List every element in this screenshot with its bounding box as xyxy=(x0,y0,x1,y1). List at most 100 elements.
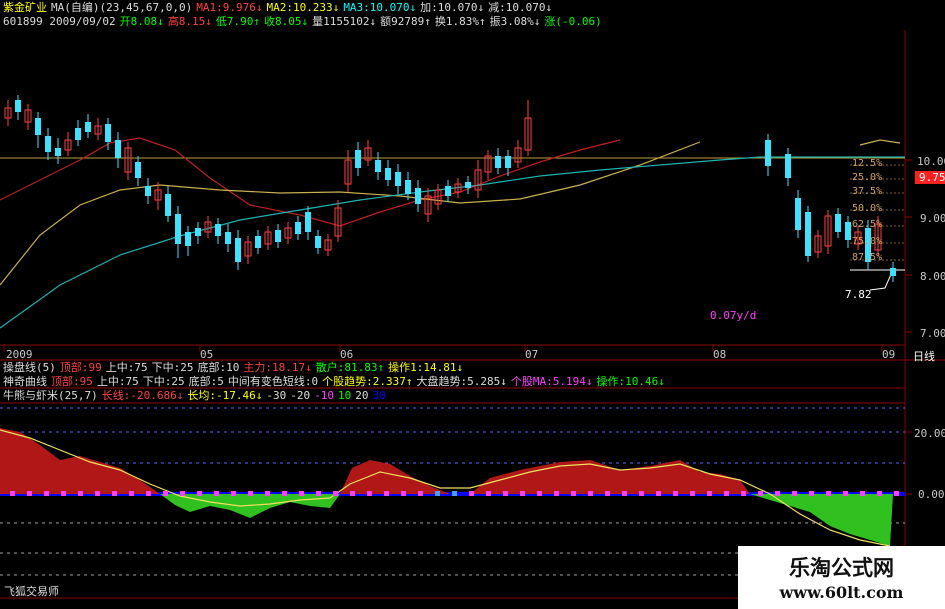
zero-marker xyxy=(520,491,525,496)
zero-marker xyxy=(367,491,372,496)
date-axis-label: 06 xyxy=(340,348,354,361)
fib-level-label: 25.0% xyxy=(852,172,883,183)
quote-header-line-1: 紫金矿业 MA(自编)(23,45,67,0,0) MA1:9.976↓ MA2:10… xyxy=(3,1,556,14)
bull-area xyxy=(340,460,450,494)
period-label[interactable]: 日线 xyxy=(913,348,935,364)
legend-item: -10 xyxy=(314,389,334,402)
legend-item: 下中:25 xyxy=(151,361,194,374)
zero-marker xyxy=(877,491,882,496)
zero-marker xyxy=(316,491,321,496)
legend-item: 散户:81.83↑ xyxy=(315,361,385,374)
candle-body xyxy=(235,238,241,262)
zero-marker xyxy=(792,491,797,496)
zero-marker xyxy=(350,491,355,496)
legend-item: 上中:75 xyxy=(96,375,139,388)
zero-marker xyxy=(44,491,49,496)
price-axis-label: 9.00 xyxy=(920,212,945,225)
zero-marker xyxy=(469,491,474,496)
legend-item: MA2:10.233↓ xyxy=(266,1,340,14)
candle-body xyxy=(765,140,771,166)
candle-body xyxy=(195,228,201,236)
zero-marker xyxy=(554,491,559,496)
legend-item: 紫金矿业 xyxy=(3,1,47,14)
zero-marker xyxy=(639,491,644,496)
zero-marker xyxy=(163,491,168,496)
zero-marker xyxy=(180,491,185,496)
date-axis-label: 07 xyxy=(525,348,539,361)
candle-body xyxy=(445,186,451,196)
zero-marker xyxy=(605,491,610,496)
candle-body xyxy=(890,268,896,276)
zero-marker xyxy=(656,491,661,496)
legend-item: 操作:10.46↓ xyxy=(596,375,665,388)
legend-item: MA(自编)(23,45,67,0,0) xyxy=(51,1,193,14)
ma3-line xyxy=(0,156,761,329)
legend-item: MA1:9.976↓ xyxy=(196,1,263,14)
zero-marker xyxy=(146,491,151,496)
zero-marker xyxy=(78,491,83,496)
legend-item: 顶部:95 xyxy=(51,375,93,388)
zero-marker xyxy=(10,491,15,496)
zero-marker xyxy=(435,491,440,496)
candle-body xyxy=(385,168,391,180)
candle-body xyxy=(35,118,41,135)
candle-body xyxy=(845,222,851,240)
legend-item: 牛熊与虾米(25,7) xyxy=(3,389,98,402)
legend-item: 操作1:14.81↓ xyxy=(388,361,464,374)
zero-marker xyxy=(741,491,746,496)
legend-item: 主力:18.17↓ xyxy=(243,361,312,374)
candle-body xyxy=(85,122,91,132)
candle-body xyxy=(415,188,421,204)
legend-item: 601899 2009/09/02 xyxy=(3,15,116,28)
legend-item: 底部:10 xyxy=(197,361,240,374)
site-watermark: 乐淘公式网 www.60lt.com xyxy=(738,546,945,609)
legend-item: 额92789↑ xyxy=(380,15,431,28)
candle-body xyxy=(795,198,801,230)
legend-item: 低7.90↑ xyxy=(215,15,260,28)
legend-item: 下中:25 xyxy=(142,375,185,388)
indicator-legend-line-1: 操盘线(5) 顶部:99 上中:75 下中:25 底部:10 主力:18.17↓ 散户:81… xyxy=(3,361,467,374)
legend-item: 个股趋势:2.337↑ xyxy=(322,375,413,388)
candle-body xyxy=(355,150,361,168)
zero-marker xyxy=(282,491,287,496)
legend-item: 大盘趋势:5.285↓ xyxy=(416,375,507,388)
legend-item: 10 xyxy=(337,389,352,402)
zero-marker xyxy=(673,491,678,496)
legend-item: 量1155102↓ xyxy=(312,15,377,28)
zero-marker xyxy=(418,491,423,496)
zero-marker xyxy=(27,491,32,496)
zero-marker xyxy=(112,491,117,496)
zero-marker xyxy=(860,491,865,496)
legend-item: 中间有变色短线:0 xyxy=(227,375,319,388)
indicator-legend-line-2: 神奇曲线 顶部:95 上中:75 下中:25 底部:5 中间有变色短线:0 个股趋势:2.3… xyxy=(3,375,669,388)
candle-body xyxy=(165,194,171,216)
legend-item: 高8.15↓ xyxy=(167,15,212,28)
candle-body xyxy=(105,124,111,142)
stock-chart-canvas[interactable] xyxy=(0,0,945,609)
zero-marker xyxy=(231,491,236,496)
ma2-line xyxy=(0,141,701,286)
legend-item: 神奇曲线 xyxy=(3,375,47,388)
candle-body xyxy=(835,214,841,232)
candle-body xyxy=(405,180,411,194)
zero-marker xyxy=(401,491,406,496)
candle-body xyxy=(15,100,21,112)
price-axis-label: 7.00 xyxy=(920,327,945,340)
legend-item: 30 xyxy=(372,389,386,402)
candle-body xyxy=(55,148,61,156)
candle-body xyxy=(395,172,401,186)
zero-marker xyxy=(758,491,763,496)
candle-body xyxy=(305,212,311,232)
zero-marker xyxy=(452,491,457,496)
legend-item: -20 xyxy=(290,389,311,402)
zero-marker xyxy=(724,491,729,496)
trend-speed-label: 0.07y/d xyxy=(710,309,757,322)
legend-item: 开8.08↓ xyxy=(119,15,164,28)
candle-body xyxy=(225,232,231,244)
zero-marker xyxy=(622,491,627,496)
legend-item: MA3:10.070↓ xyxy=(343,1,417,14)
zero-marker xyxy=(537,491,542,496)
candle-body xyxy=(75,128,81,140)
zero-marker xyxy=(129,491,134,496)
candle-body xyxy=(145,186,151,196)
